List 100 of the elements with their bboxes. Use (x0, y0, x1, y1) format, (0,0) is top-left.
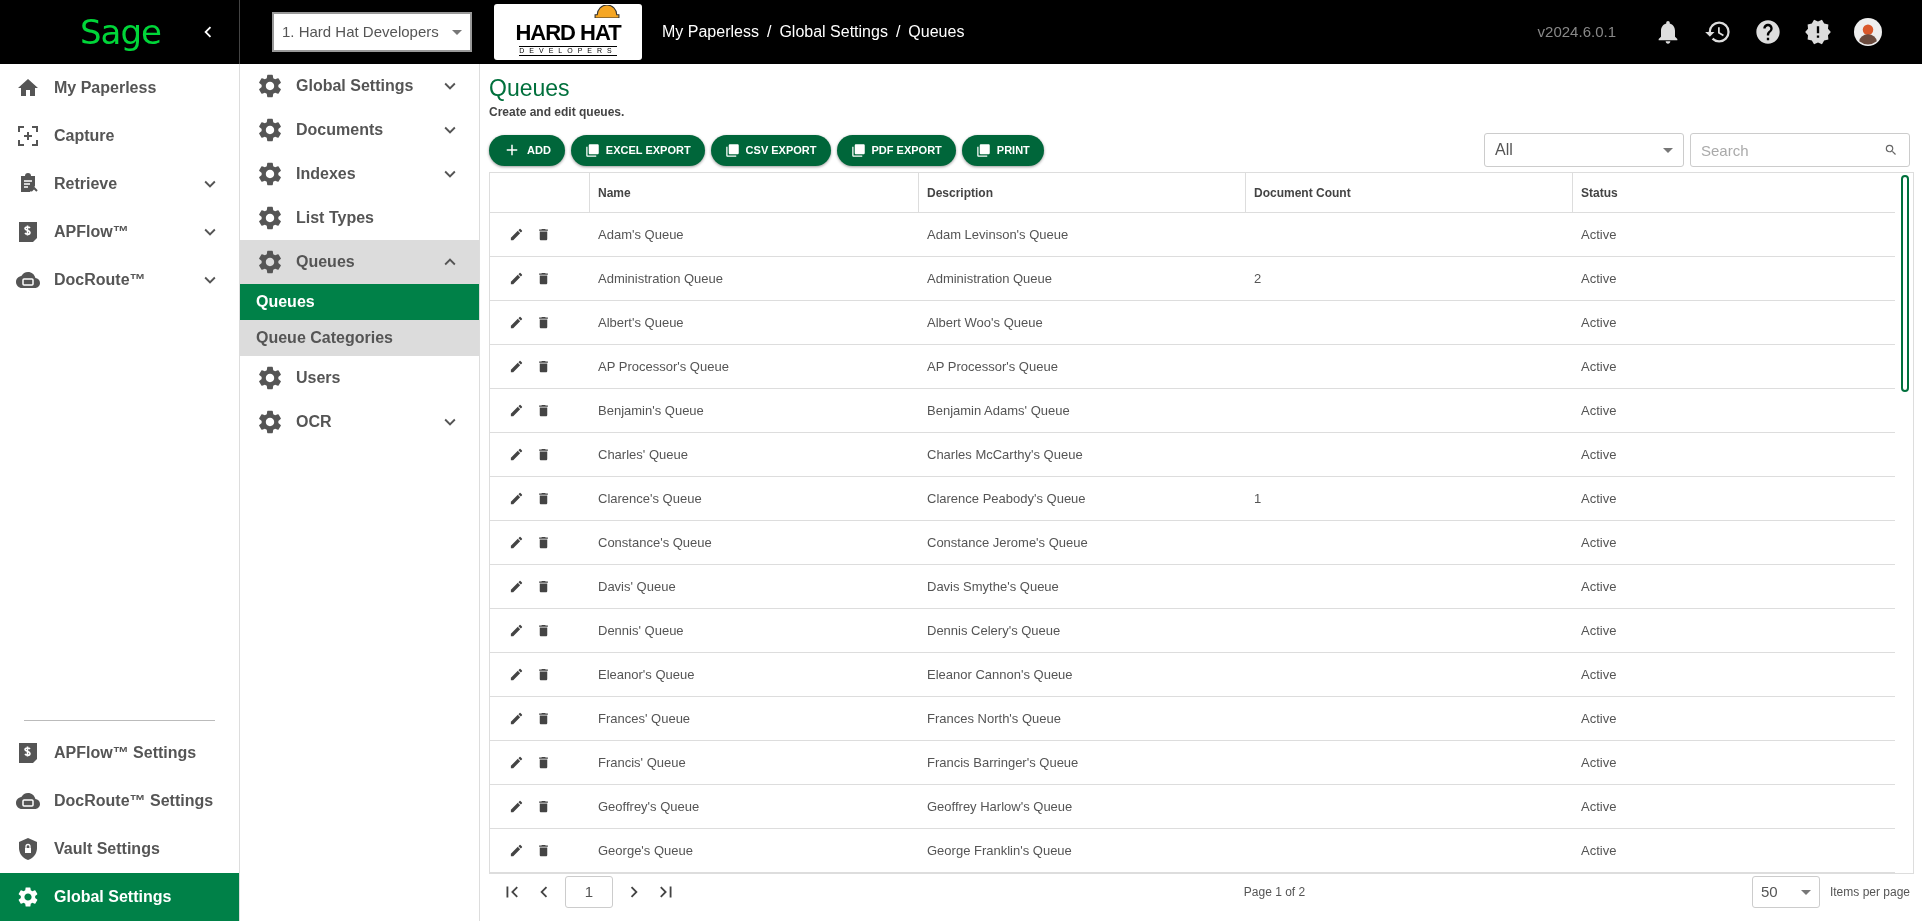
nav-item[interactable]: Retrieve (0, 160, 239, 208)
table-cell-text: Davis Smythe's Queue (927, 578, 1059, 597)
table-cell-text: 1 (1254, 490, 1262, 509)
nav-item[interactable]: My Paperless (0, 64, 239, 112)
table-cell-text: Active (1581, 842, 1617, 861)
export-button[interactable]: EXCEL EXPORT (570, 134, 705, 166)
settings-icon (256, 248, 284, 276)
settings-subitem[interactable]: Queues (240, 284, 479, 320)
edit-button[interactable] (509, 623, 524, 639)
page-title: Queues (489, 76, 571, 102)
settings-nav-item[interactable]: Queues (240, 240, 479, 284)
table-cell-text: Active (1581, 446, 1617, 465)
edit-button[interactable] (509, 579, 524, 595)
table-cell-text: Active (1581, 490, 1617, 509)
column-header[interactable]: Name (589, 173, 918, 213)
page-summary: Page 1 of 2 (1242, 884, 1306, 902)
delete-button[interactable] (536, 843, 551, 859)
nav-item[interactable]: Global Settings (0, 873, 239, 921)
filter-select[interactable]: All (1484, 133, 1684, 168)
page-size-select[interactable]: 50 (1751, 876, 1820, 909)
column-header[interactable]: Document Count (1245, 173, 1572, 213)
page-number-field[interactable]: 1 (565, 876, 613, 909)
nav-item[interactable]: Vault Settings (0, 825, 239, 873)
edit-button[interactable] (509, 403, 524, 419)
settings-nav-item[interactable]: Documents (240, 108, 479, 152)
delete-button[interactable] (536, 227, 551, 243)
search-icon (1884, 143, 1898, 158)
breadcrumb-link[interactable]: My Paperless (662, 20, 759, 44)
edit-button[interactable] (509, 447, 524, 463)
column-header[interactable]: Status (1572, 173, 1895, 213)
trash-icon (536, 359, 551, 375)
trash-icon (536, 843, 551, 859)
edit-button[interactable] (509, 755, 524, 771)
table-cell-text: Constance's Queue (598, 534, 712, 553)
delete-button[interactable] (536, 447, 551, 463)
table-cell-text: Adam's Queue (598, 226, 684, 245)
table-cell-text: Eleanor's Queue (598, 666, 695, 685)
delete-button[interactable] (536, 799, 551, 815)
delete-button[interactable] (536, 711, 551, 727)
edit-button[interactable] (509, 271, 524, 287)
delete-button[interactable] (536, 535, 551, 551)
search-field[interactable]: Search (1690, 133, 1910, 168)
column-header[interactable]: Description (918, 173, 1245, 213)
settings-nav-item[interactable]: Global Settings (240, 64, 479, 108)
nav-item[interactable]: APFlow™ (0, 208, 239, 256)
delete-button[interactable] (536, 667, 551, 683)
edit-button[interactable] (509, 843, 524, 859)
table-cell-text: Active (1581, 622, 1617, 641)
nav-item[interactable]: Capture (0, 112, 239, 160)
delete-button[interactable] (536, 623, 551, 639)
table-cell-text: Active (1581, 754, 1617, 773)
delete-button[interactable] (536, 755, 551, 771)
nav-item[interactable]: DocRoute™ (0, 256, 239, 304)
pencil-icon (509, 799, 524, 815)
nav-item[interactable]: DocRoute™ Settings (0, 777, 239, 825)
breadcrumb-link[interactable]: Queues (908, 20, 965, 44)
file-icon (850, 142, 866, 158)
table-cell-text: George's Queue (598, 842, 693, 861)
breadcrumb-link[interactable]: Global Settings (779, 20, 888, 44)
pencil-icon (509, 843, 524, 859)
table-cell-text: Active (1581, 710, 1617, 729)
settings-nav-item[interactable]: OCR (240, 400, 479, 444)
table-cell-text: Constance Jerome's Queue (927, 534, 1088, 553)
avatar[interactable] (1854, 18, 1882, 46)
delete-button[interactable] (536, 579, 551, 595)
delete-button[interactable] (536, 359, 551, 375)
edit-button[interactable] (509, 535, 524, 551)
help-icon[interactable] (1754, 18, 1782, 46)
settings-subitem[interactable]: Queue Categories (240, 320, 479, 356)
table-cell-text: Active (1581, 534, 1617, 553)
trash-icon (536, 799, 551, 815)
edit-button[interactable] (509, 667, 524, 683)
pencil-icon (509, 667, 524, 683)
company-select[interactable]: 1. Hard Hat Developers (272, 12, 472, 52)
export-button[interactable]: CSV EXPORT (710, 134, 831, 166)
table-cell-text: AP Processor's Queue (927, 358, 1058, 377)
nav-item[interactable]: APFlow™ Settings (0, 729, 239, 777)
export-button[interactable]: PRINT (961, 134, 1044, 166)
delete-button[interactable] (536, 403, 551, 419)
edit-button[interactable] (509, 799, 524, 815)
settings-nav-item[interactable]: Indexes (240, 152, 479, 196)
settings-nav-item[interactable]: List Types (240, 196, 479, 240)
delete-button[interactable] (536, 271, 551, 287)
edit-button[interactable] (509, 359, 524, 375)
table-cell-text: Active (1581, 666, 1617, 685)
edit-button[interactable] (509, 227, 524, 243)
trash-icon (536, 667, 551, 683)
edit-button[interactable] (509, 711, 524, 727)
delete-button[interactable] (536, 491, 551, 507)
settings-icon (256, 408, 284, 436)
edit-button[interactable] (509, 491, 524, 507)
scrollbar[interactable] (1901, 175, 1909, 393)
add-button[interactable]: ADD (489, 134, 565, 166)
settings-nav-item[interactable]: Users (240, 356, 479, 400)
delete-button[interactable] (536, 315, 551, 331)
pencil-icon (509, 403, 524, 419)
edit-button[interactable] (509, 315, 524, 331)
caret-icon (452, 29, 462, 35)
alert-icon[interactable] (1804, 18, 1832, 46)
export-button[interactable]: PDF EXPORT (836, 134, 956, 166)
